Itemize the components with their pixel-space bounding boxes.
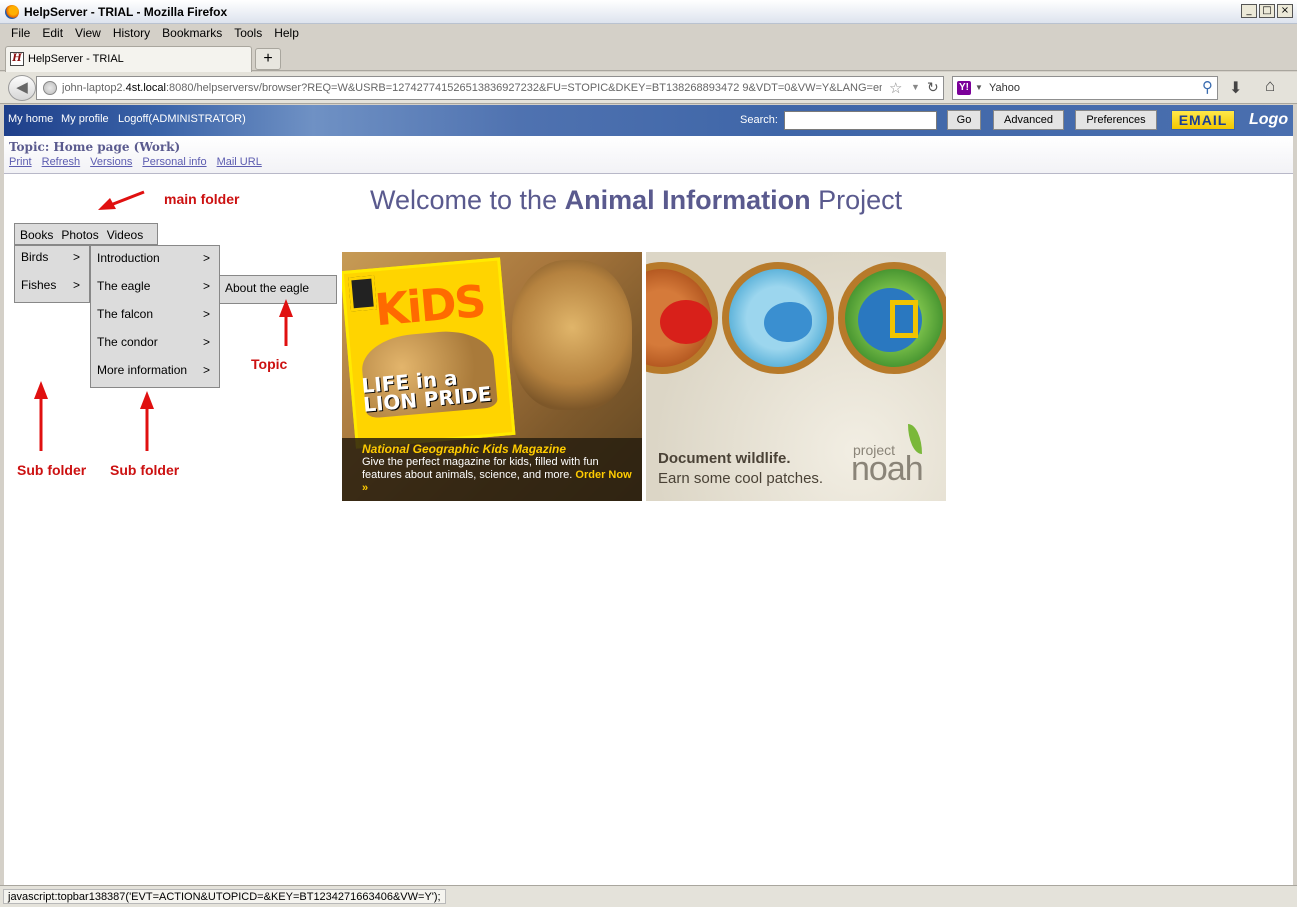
logo: Logo <box>1249 111 1289 128</box>
preferences-button[interactable]: Preferences <box>1075 110 1157 130</box>
search-engine-dropdown-icon[interactable]: ▼ <box>975 83 983 92</box>
tab-helpserver[interactable]: H HelpServer - TRIAL <box>5 46 252 72</box>
noah-line-1: Document wildlife. <box>658 450 791 467</box>
noah-logo: noah <box>851 450 924 488</box>
menu-view[interactable]: View <box>69 24 107 43</box>
project-noah-ad[interactable]: Document wildlife. Earn some cool patche… <box>646 252 946 501</box>
url-bar[interactable]: john-laptop2.4st.local:8080/helpserversv… <box>36 76 944 100</box>
advanced-button[interactable]: Advanced <box>993 110 1064 130</box>
status-bar: javascript:topbar138387('EVT=ACTION&UTOP… <box>0 885 1297 907</box>
natgeo-caption-title: National Geographic Kids Magazine <box>362 442 567 456</box>
tab-bar: H HelpServer - TRIAL + <box>0 43 1297 72</box>
annotation-main-folder: main folder <box>164 191 240 207</box>
tab-title: HelpServer - TRIAL <box>28 53 124 65</box>
back-button[interactable]: ◀ <box>8 75 36 101</box>
page-viewport: My home My profile Logoff(ADMINISTRATOR)… <box>4 105 1293 885</box>
bird-icon <box>764 302 812 342</box>
helpserver-favicon-icon: H <box>10 52 24 66</box>
menu-bookmarks[interactable]: Bookmarks <box>156 24 228 43</box>
url-text: john-laptop2.4st.local:8080/helpserversv… <box>62 82 882 94</box>
email-button[interactable]: EMAIL <box>1171 110 1235 130</box>
topic-arrowhead <box>279 299 293 317</box>
lion-image <box>512 260 632 410</box>
close-button[interactable]: × <box>1277 4 1293 18</box>
menu-edit[interactable]: Edit <box>36 24 69 43</box>
search-bar[interactable]: Y! ▼ Yahoo ⚲ <box>952 76 1218 100</box>
navigation-bar: ◀ john-laptop2.4st.local:8080/helpserver… <box>0 72 1297 104</box>
firefox-logo-icon <box>5 5 19 19</box>
annotation-arrows <box>34 190 293 451</box>
kids-logo: KiDS <box>372 276 487 337</box>
search-bar-text: Yahoo <box>989 82 1020 94</box>
natgeo-caption: National Geographic Kids Magazine Give t… <box>342 438 642 501</box>
new-tab-button[interactable]: + <box>255 48 281 70</box>
natgeo-kids-ad[interactable]: KiDS LIFE in a LION PRIDE National Geogr… <box>342 252 642 501</box>
annotation-sub-folder-1: Sub folder <box>17 462 87 478</box>
main-folder-arrow <box>107 190 145 208</box>
window-title: HelpServer - TRIAL - Mozilla Firefox <box>24 5 228 19</box>
maximize-button[interactable]: □ <box>1259 4 1275 18</box>
globe-icon <box>43 81 57 95</box>
sub-folder-2-arrowhead <box>140 391 154 409</box>
home-icon[interactable]: ⌂ <box>1265 76 1275 96</box>
menu-file[interactable]: File <box>5 24 36 43</box>
noah-line-2: Earn some cool patches. <box>658 470 824 487</box>
ladybug-icon <box>660 300 712 344</box>
menu-help[interactable]: Help <box>268 24 305 43</box>
url-dropdown-icon[interactable]: ▼ <box>911 82 920 92</box>
magazine-cover: KiDS LIFE in a LION PRIDE <box>342 257 516 449</box>
natgeo-frame-icon <box>890 300 918 338</box>
bookmark-star-icon[interactable]: ☆ <box>889 79 902 97</box>
minimize-button[interactable]: _ <box>1241 4 1257 18</box>
back-arrow-icon: ◀ <box>16 79 28 96</box>
menu-history[interactable]: History <box>107 24 156 43</box>
sub-folder-1-arrowhead <box>34 381 48 399</box>
annotation-sub-folder-2: Sub folder <box>110 462 180 478</box>
window-controls: _ □ × <box>1241 4 1293 18</box>
window-titlebar: HelpServer - TRIAL - Mozilla Firefox _ □… <box>0 0 1297 24</box>
menu-tools[interactable]: Tools <box>228 24 268 43</box>
reload-icon[interactable]: ↻ <box>927 79 939 96</box>
download-icon[interactable]: ⬇ <box>1229 78 1242 98</box>
search-label: Search: <box>740 114 778 126</box>
status-text: javascript:topbar138387('EVT=ACTION&UTOP… <box>3 889 446 904</box>
annotation-topic: Topic <box>251 356 288 372</box>
go-button[interactable]: Go <box>947 110 981 130</box>
search-input[interactable] <box>784 111 937 130</box>
yahoo-icon[interactable]: Y! <box>957 81 971 95</box>
natgeo-caption-body: Give the perfect magazine for kids, fill… <box>362 456 632 494</box>
page-title: Welcome to the Animal Information Projec… <box>370 185 903 215</box>
magnifier-icon[interactable]: ⚲ <box>1202 78 1213 96</box>
browser-menubar: File Edit View History Bookmarks Tools H… <box>0 24 1297 43</box>
